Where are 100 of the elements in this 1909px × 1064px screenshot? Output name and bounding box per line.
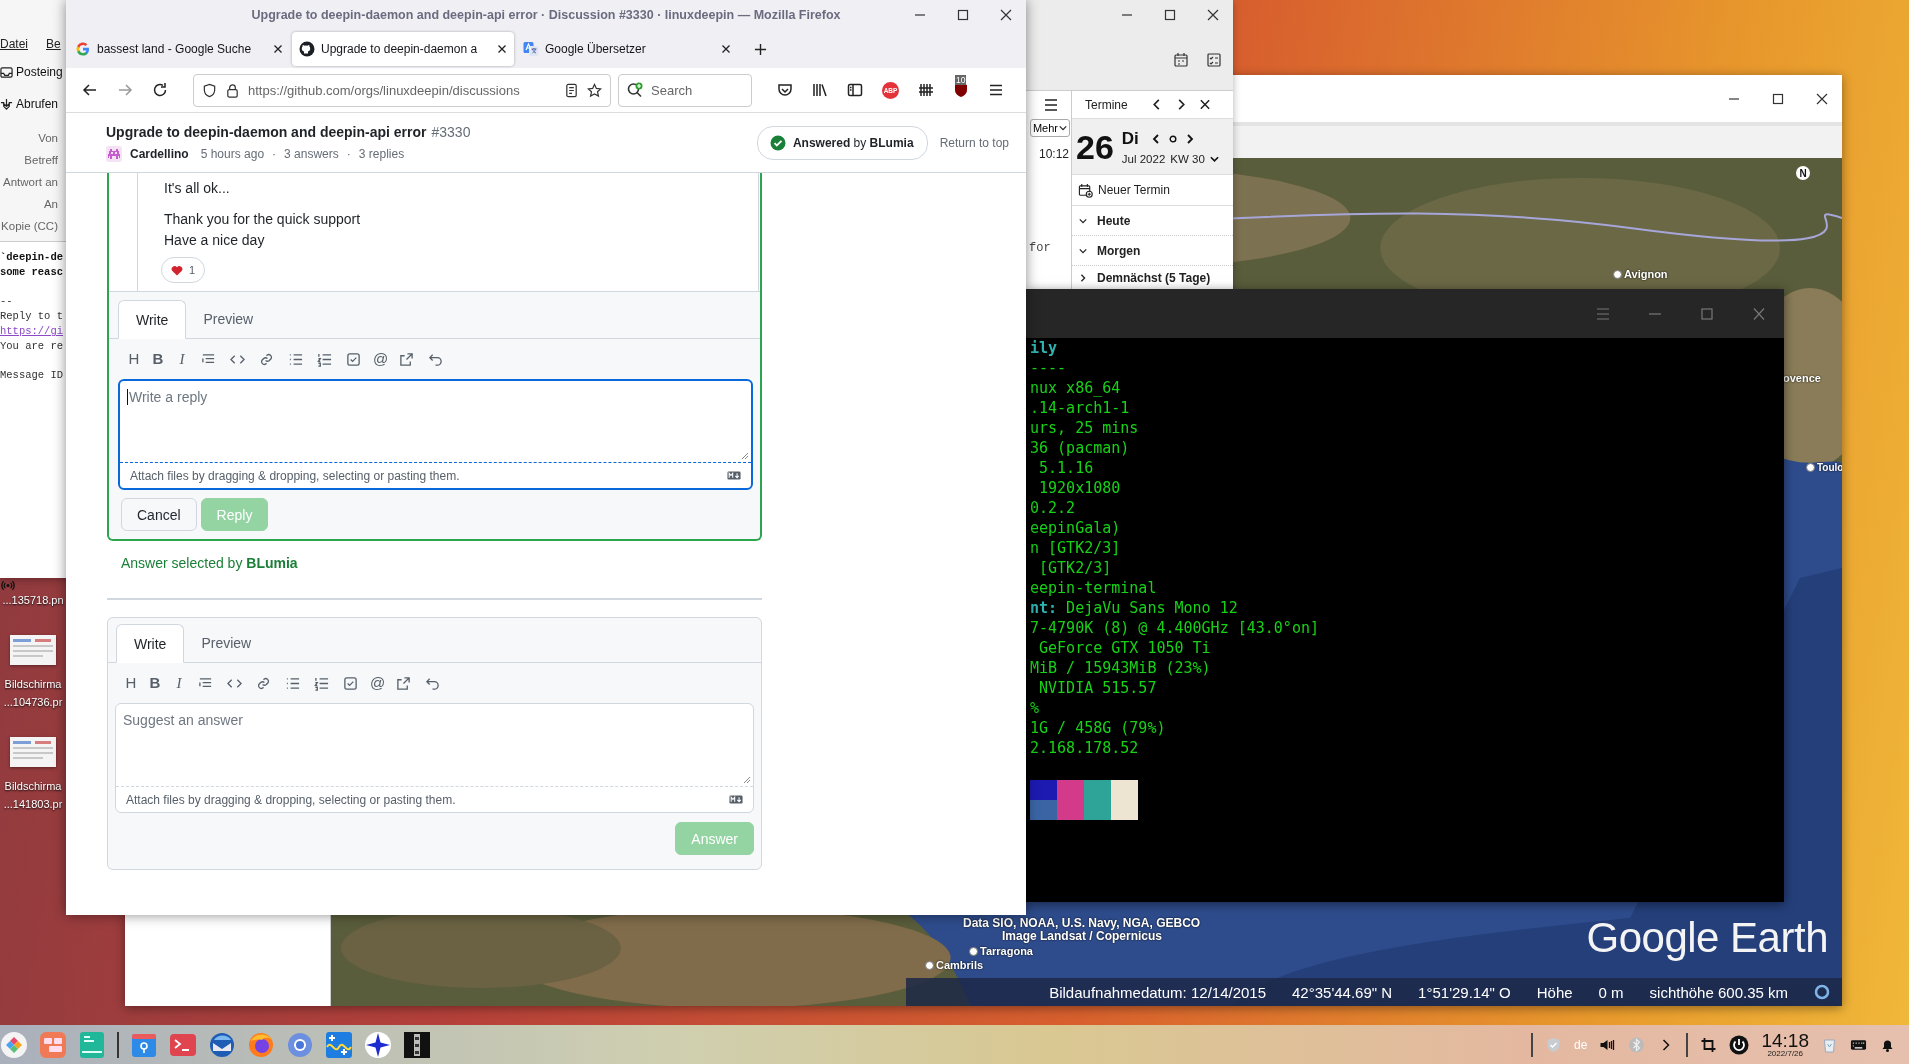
browser-tab[interactable]: bassest land - Google Suche <box>68 32 290 66</box>
terminal-line: 36 (pacman) <box>1030 438 1131 458</box>
terminal-line: n [GTK2/3] <box>1030 538 1122 558</box>
file-name[interactable]: ...104736.pr <box>3 693 63 711</box>
comment-text: It's all ok... <box>164 179 230 198</box>
browser-tab[interactable]: Upgrade to deepin-daemon a <box>292 32 514 66</box>
header-label: Antwort an <box>3 175 58 190</box>
terminal-line: eepinGala) <box>1030 518 1122 538</box>
file-name[interactable]: ...141803.pr <box>3 795 63 813</box>
editor-tab[interactable]: Preview <box>184 624 269 662</box>
mention-button[interactable]: @ <box>370 675 384 691</box>
new-event-button[interactable]: Neuer Termin <box>1098 183 1170 197</box>
week-number: KW 30 <box>1170 152 1205 165</box>
message-text: for <box>1028 241 1051 255</box>
clock-date[interactable]: 2022/7/26 <box>1767 1050 1803 1058</box>
discussion-number: #3330 <box>431 123 471 140</box>
editor-tab[interactable]: Preview <box>186 300 271 338</box>
comment-field[interactable]: Write a reply Attach files by dragging & dropping, selecting or pasting them. <box>118 379 753 490</box>
bold-button[interactable]: B <box>151 351 165 367</box>
italic-button[interactable]: I <box>172 675 186 691</box>
window-title: Upgrade to deepin-daemon and deepin-api error · Discussion #3330 · linuxdeepin — Mozilla Firefox <box>251 8 841 22</box>
attribution-text: Data SIO, NOAA, U.S. Navy, NGA, GEBCO <box>963 917 1201 930</box>
message-line: some reasc <box>0 265 64 280</box>
header-label: Kopie (CC) <box>1 219 58 234</box>
message-line: Message ID <box>0 368 64 383</box>
comment-field[interactable]: Suggest an answer Attach files by dragging & dropping, selecting or pasting them. <box>115 703 754 813</box>
timestamp: 5 hours ago <box>200 146 265 161</box>
editor-tab[interactable]: Write <box>116 624 185 663</box>
toolbar-button[interactable]: Posteing <box>16 65 63 79</box>
place-label: ovence <box>1783 372 1821 384</box>
browser-tab[interactable]: Google Übersetzer <box>516 32 738 66</box>
file-name[interactable]: ...135718.pn <box>2 591 64 609</box>
agenda-group[interactable]: Morgen <box>1097 243 1141 258</box>
comment-text: Have a nice day <box>164 231 266 250</box>
terminal-line: ---- <box>1030 358 1068 378</box>
terminal-line: eepin-terminal <box>1030 578 1158 598</box>
menu-item[interactable]: Be <box>46 37 61 51</box>
day-number: 26 <box>1076 129 1114 164</box>
terminal-line: nt: DejaVu Sans Mono 12 <box>1030 598 1239 618</box>
message-line: You are re <box>0 339 64 354</box>
status-text: Bildaufnahmedatum: 12/14/2015 <box>1049 983 1266 1001</box>
terminal-line: 7-4790K (8) @ 4.400GHz [43.0°on] <box>1030 618 1320 638</box>
answered-by-text: Answered by BLumia <box>792 135 914 150</box>
agenda-group[interactable]: Heute <box>1097 213 1131 228</box>
heading-button[interactable]: H <box>127 351 141 367</box>
cancel-button[interactable]: Cancel <box>121 498 197 531</box>
separator-dot: · <box>272 146 277 161</box>
file-name[interactable]: Bildschirma <box>4 777 62 795</box>
terminal-line: .14-arch1-1 <box>1030 398 1131 418</box>
app-logo: Google Earth <box>1586 914 1828 962</box>
return-to-top-link[interactable]: Return to top <box>939 135 1009 150</box>
place-label: Cambrils <box>936 959 984 971</box>
placeholder-text: Write a reply <box>129 389 208 405</box>
terminal-line: ily <box>1030 338 1059 358</box>
separator-dot: · <box>346 146 351 161</box>
placeholder-text: Suggest an answer <box>123 712 243 728</box>
header-label: An <box>43 197 58 212</box>
status-text: Höhe <box>1536 983 1573 1001</box>
pane-title: Termine <box>1085 97 1128 112</box>
status-text: sichthöhe 600.35 km <box>1649 983 1788 1001</box>
terminal-line: 2.168.178.52 <box>1030 738 1140 758</box>
editor-tab[interactable]: Write <box>118 300 187 339</box>
terminal-line: 1G / 458G (79%) <box>1030 718 1167 738</box>
terminal-line: 5.1.16 <box>1038 458 1095 478</box>
heading-button[interactable]: H <box>124 675 138 691</box>
answer-selected-text: Answer selected by BLumia <box>121 555 299 571</box>
mention-button[interactable]: @ <box>373 351 387 367</box>
terminal-line: urs, 25 mins <box>1030 418 1140 438</box>
author-link[interactable]: Cardellino <box>130 146 189 161</box>
place-label: Avignon <box>1624 268 1668 280</box>
terminal-line: % <box>1030 698 1041 718</box>
menu-item[interactable]: Datei <box>0 37 28 51</box>
file-name[interactable]: Bildschirma <box>4 675 62 693</box>
terminal-line: NVIDIA 515.57 <box>1038 678 1158 698</box>
reply-count: 3 replies <box>358 146 405 161</box>
status-text: 1°51'29.14" O <box>1418 983 1511 1001</box>
agenda-group[interactable]: Demnächst (5 Tage) <box>1097 271 1211 285</box>
message-link[interactable]: https://gi <box>0 324 66 339</box>
clock-time[interactable]: 14:18 <box>1761 1031 1809 1050</box>
terminal-line: GeForce GTX 1050 Ti <box>1038 638 1212 658</box>
message-line: -- <box>0 294 14 309</box>
count-badge: 10 <box>955 75 967 85</box>
answered-badge[interactable]: Answered by BLumia <box>756 125 928 160</box>
message-line: `deepin-de <box>0 250 64 265</box>
address-field[interactable]: https://github.com/orgs/linuxdeepin/discussions <box>193 73 611 107</box>
place-label: Tarragona <box>980 945 1033 957</box>
terminal-line: [GTK2/3] <box>1038 558 1113 578</box>
bold-button[interactable]: B <box>148 675 162 691</box>
view-dropdown[interactable]: Mehr <box>1029 119 1070 137</box>
message-time: 10:12 <box>1038 147 1069 161</box>
italic-button[interactable]: I <box>175 351 189 367</box>
message-line: Reply to t <box>0 309 64 324</box>
comment-text: Thank you for the quick support <box>164 210 361 229</box>
toolbar-button[interactable]: Abrufen <box>16 97 59 111</box>
attribution-text: Image Landsat / Copernicus <box>1002 930 1164 943</box>
search-field[interactable]: Search <box>618 73 752 107</box>
status-text: 42°35'44.69" N <box>1292 983 1393 1001</box>
answer-count: 3 answers <box>284 146 339 161</box>
attach-hint: Attach files by dragging & dropping, selecting or pasting them. <box>130 468 460 483</box>
header-label: Von <box>38 131 58 146</box>
